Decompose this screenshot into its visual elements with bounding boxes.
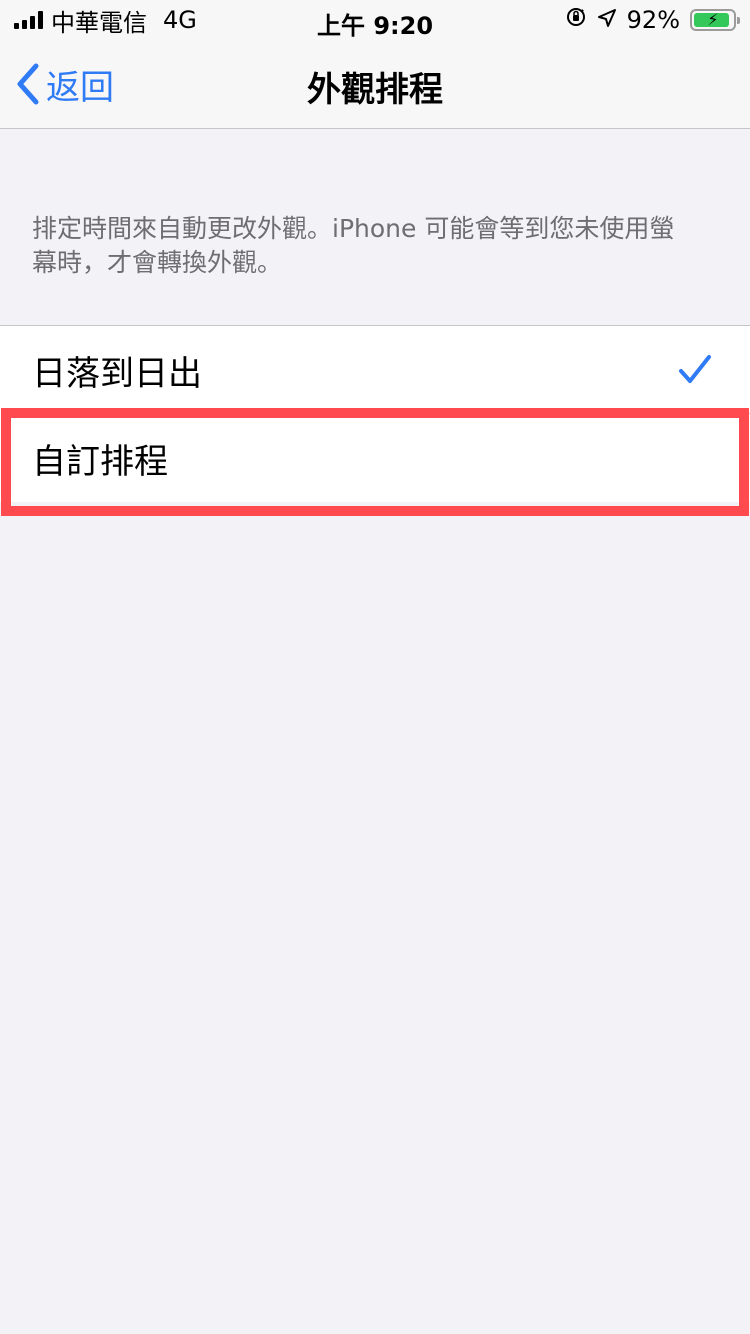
schedule-options-list: 日落到日出 自訂排程 [0,325,750,502]
screen: 中華電信 4G 上午 9:20 92% ⚡ 返回 外觀排程 排定時間來自動更改外… [0,0,750,1334]
battery-percent: 92% [626,6,680,34]
option-label: 自訂排程 [32,441,168,482]
battery-charging-icon: ⚡ [690,9,740,31]
navigation-bar: 返回 外觀排程 [0,40,750,129]
page-title: 外觀排程 [307,70,443,110]
orientation-lock-icon [565,6,587,34]
location-arrow-icon [597,6,617,34]
option-label: 日落到日出 [32,353,202,394]
status-bar: 中華電信 4G 上午 9:20 92% ⚡ [0,0,750,40]
option-custom-schedule[interactable]: 自訂排程 [0,414,750,502]
section-description: 排定時間來自動更改外觀。iPhone 可能會等到您未使用螢 幕時，才會轉換外觀。 [32,214,675,277]
status-right: 92% ⚡ [565,6,740,34]
option-sunset-to-sunrise[interactable]: 日落到日出 [0,326,750,414]
checkmark-icon [678,354,712,395]
